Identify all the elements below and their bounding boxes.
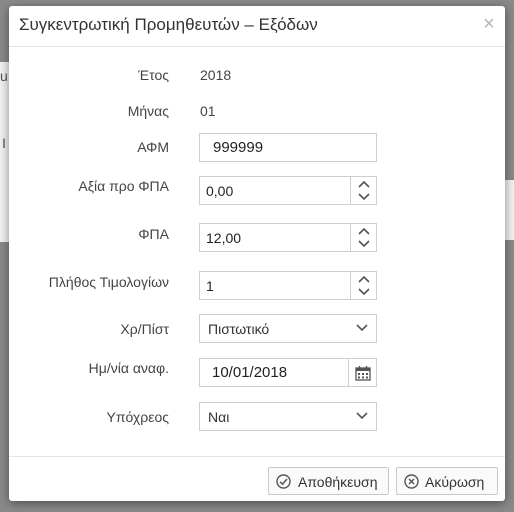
invoice-count-label: Πλήθος Τιμολογίων (48, 274, 169, 290)
net-value-spinner[interactable] (350, 177, 376, 204)
year-value: 2018 (200, 67, 232, 83)
background-app-text: I (2, 135, 6, 151)
check-circle-icon (276, 474, 291, 489)
cancel-button-label: Ακύρωση (425, 474, 485, 490)
save-button[interactable]: Αποθήκευση (268, 467, 389, 495)
close-icon[interactable]: × (481, 14, 497, 34)
credit-debit-selected: Πιστωτικό (208, 321, 270, 337)
year-label: Έτος (138, 67, 169, 83)
month-label: Μήνας (127, 103, 169, 119)
spinner-up-icon[interactable] (358, 227, 370, 235)
chevron-down-icon[interactable] (356, 412, 368, 420)
obligated-label: Υπόχρεος (106, 409, 170, 425)
net-value-stepper[interactable] (199, 176, 377, 205)
vat-input[interactable] (206, 224, 346, 251)
dialog-title: Συγκεντρωτική Προμηθευτών – Εξόδων (19, 15, 318, 34)
afm-label: ΑΦΜ (137, 139, 169, 155)
ref-date-input[interactable] (212, 359, 342, 386)
vat-spinner[interactable] (350, 224, 376, 251)
dialog-header: Συγκεντρωτική Προμηθευτών – Εξόδων × (9, 6, 505, 47)
spinner-down-icon[interactable] (358, 240, 370, 248)
save-button-label: Αποθήκευση (298, 474, 378, 490)
cancel-button[interactable]: Ακύρωση (396, 467, 498, 495)
spinner-up-icon[interactable] (358, 180, 370, 188)
invoice-count-stepper[interactable] (199, 271, 377, 300)
background-app-panel (505, 180, 514, 240)
dialog-footer-divider (9, 456, 505, 457)
credit-debit-select[interactable]: Πιστωτικό (199, 314, 377, 343)
afm-input[interactable] (213, 134, 353, 161)
spinner-down-icon[interactable] (358, 193, 370, 201)
calendar-icon[interactable] (355, 365, 371, 381)
background-app-panel (0, 62, 9, 242)
afm-field[interactable] (199, 133, 377, 162)
x-circle-icon (404, 474, 419, 489)
spinner-up-icon[interactable] (358, 275, 370, 283)
ref-date-label: Ημ/νία αναφ. (88, 360, 169, 376)
invoice-count-input[interactable] (206, 272, 346, 299)
net-value-input[interactable] (206, 177, 346, 204)
calendar-button[interactable] (348, 359, 376, 386)
chevron-down-icon[interactable] (356, 324, 368, 332)
obligated-select[interactable]: Ναι (199, 402, 377, 431)
credit-debit-label: Χρ/Πίστ (120, 321, 169, 337)
invoice-count-spinner[interactable] (350, 272, 376, 299)
vat-label: ΦΠΑ (138, 226, 169, 242)
supplier-expense-dialog: Συγκεντρωτική Προμηθευτών – Εξόδων × Έτο… (9, 6, 505, 501)
spinner-down-icon[interactable] (358, 288, 370, 296)
ref-date-field[interactable] (199, 358, 377, 387)
obligated-selected: Ναι (208, 409, 230, 425)
month-value: 01 (200, 103, 216, 119)
net-value-label: Αξία προ ΦΠΑ (78, 178, 169, 194)
vat-stepper[interactable] (199, 223, 377, 252)
background-app-text: u (0, 68, 8, 84)
